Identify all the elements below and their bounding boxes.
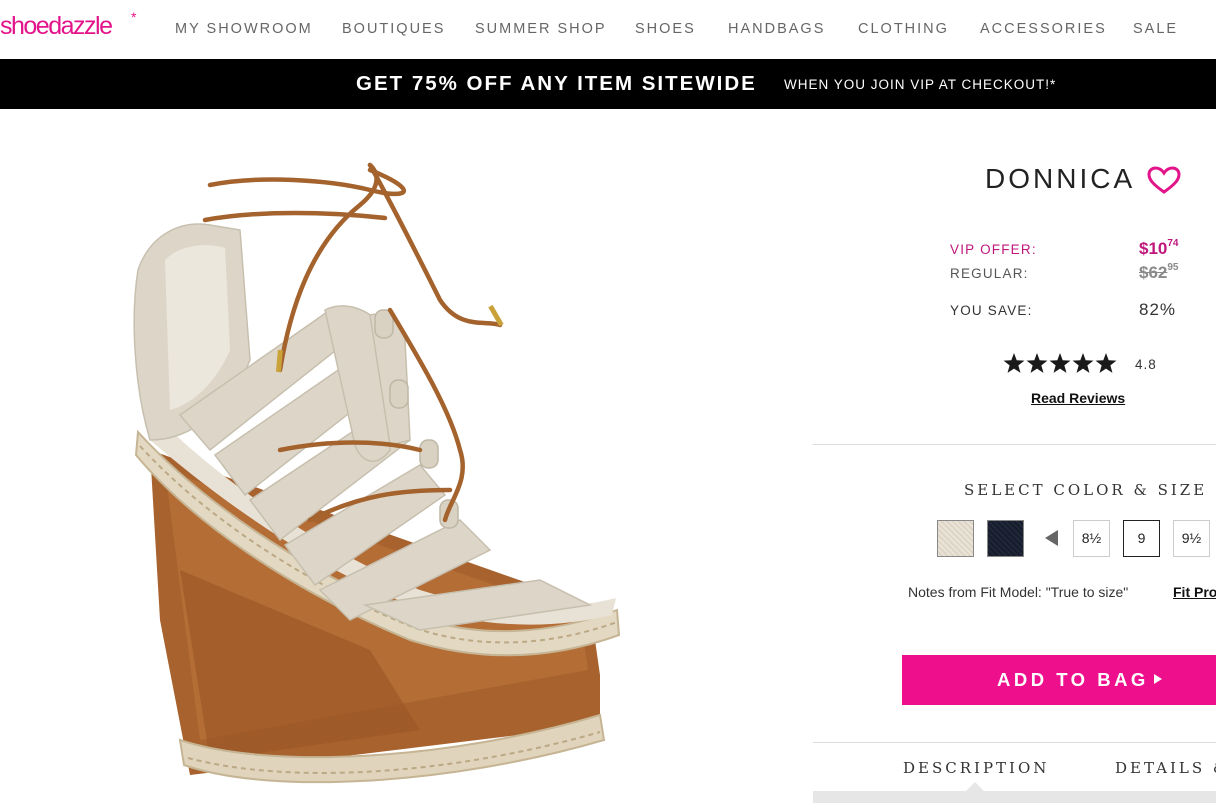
product-info-tabs: DESCRIPTION DETAILS & bbox=[813, 743, 1216, 803]
nav-item-sale[interactable]: SALE bbox=[1133, 21, 1178, 37]
product-image[interactable] bbox=[120, 150, 640, 790]
star-icon bbox=[1003, 353, 1025, 373]
fit-model-note: Notes from Fit Model: "True to size" bbox=[908, 584, 1129, 600]
nav-item-clothing[interactable]: CLOTHING bbox=[858, 21, 949, 37]
add-to-bag-button[interactable]: ADD TO BAG bbox=[902, 655, 1216, 705]
color-swatch-navy[interactable] bbox=[987, 520, 1024, 557]
nav-item-shoes[interactable]: SHOES bbox=[635, 21, 696, 37]
promo-banner[interactable]: GET 75% OFF ANY ITEM SITEWIDE WHEN YOU J… bbox=[0, 59, 1216, 109]
add-to-bag-label: ADD TO BAG bbox=[997, 669, 1149, 690]
tab-details[interactable]: DETAILS & bbox=[1115, 759, 1216, 777]
star-icon bbox=[1026, 353, 1048, 373]
nav-item-summer-shop[interactable]: SUMMER SHOP bbox=[475, 21, 607, 37]
promo-banner-subtext: WHEN YOU JOIN VIP AT CHECKOUT!* bbox=[784, 77, 1057, 92]
play-arrow-icon bbox=[1154, 674, 1162, 684]
nav-item-accessories[interactable]: ACCESSORIES bbox=[980, 21, 1107, 37]
size-option-8-5[interactable]: 8½ bbox=[1073, 520, 1110, 557]
you-save-label: YOU SAVE: bbox=[950, 303, 1033, 318]
vip-price: $1074 bbox=[1139, 238, 1179, 258]
size-option-9-5[interactable]: 9½ bbox=[1173, 520, 1210, 557]
top-nav: shoedazzle * MY SHOWROOM BOUTIQUES SUMME… bbox=[0, 0, 1216, 59]
regular-price: $6295 bbox=[1139, 262, 1179, 282]
star-icon bbox=[1072, 353, 1094, 373]
product-title: DONNICA bbox=[985, 163, 1136, 194]
nav-item-boutiques[interactable]: BOUTIQUES bbox=[342, 21, 445, 37]
tab-description[interactable]: DESCRIPTION bbox=[903, 759, 1049, 777]
color-swatch-natural[interactable] bbox=[937, 520, 974, 557]
size-option-9[interactable]: 9 bbox=[1123, 520, 1160, 557]
brand-logo[interactable]: shoedazzle bbox=[0, 12, 113, 41]
tab-content-strip bbox=[813, 791, 1216, 803]
size-prev-arrow-icon[interactable] bbox=[1045, 530, 1058, 546]
logo-star-icon: * bbox=[131, 9, 137, 25]
active-tab-caret-icon bbox=[966, 782, 984, 791]
you-save-value: 82% bbox=[1139, 300, 1177, 319]
star-icon bbox=[1049, 353, 1071, 373]
read-reviews-link[interactable]: Read Reviews bbox=[1031, 390, 1125, 406]
vip-offer-label: VIP OFFER: bbox=[950, 242, 1037, 257]
star-icon bbox=[1095, 353, 1117, 373]
nav-item-my-showroom[interactable]: MY SHOWROOM bbox=[175, 21, 313, 37]
fit-profile-link[interactable]: Fit Pro bbox=[1173, 584, 1216, 600]
select-color-size-heading: SELECT COLOR & SIZE bbox=[964, 481, 1208, 499]
rating-stars bbox=[1003, 353, 1117, 373]
nav-item-handbags[interactable]: HANDBAGS bbox=[728, 21, 825, 37]
section-divider bbox=[813, 444, 1216, 445]
regular-price-label: REGULAR: bbox=[950, 266, 1029, 281]
heart-outline-icon[interactable] bbox=[1146, 165, 1182, 195]
promo-banner-headline: GET 75% OFF ANY ITEM SITEWIDE bbox=[356, 72, 757, 95]
rating-value: 4.8 bbox=[1135, 357, 1157, 372]
